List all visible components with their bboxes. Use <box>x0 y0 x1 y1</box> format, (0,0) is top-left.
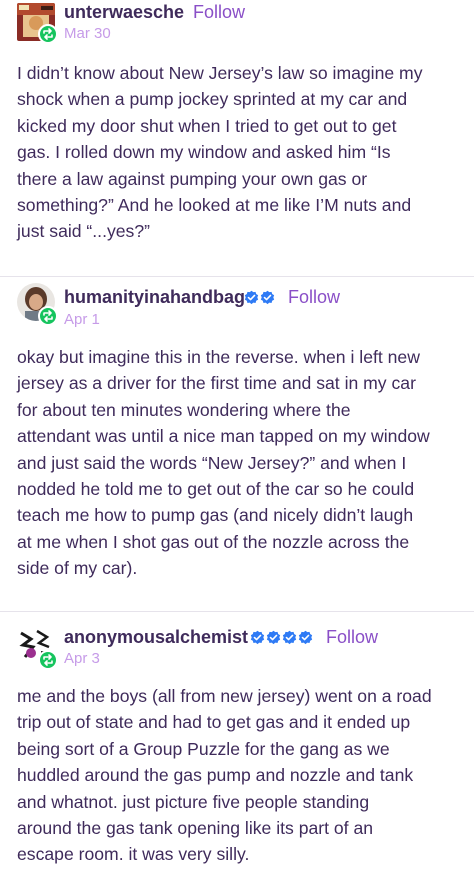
post-body-line: I didn’t know about New Jersey’s law so … <box>17 63 423 83</box>
verified-badges <box>244 290 275 305</box>
verified-badge-icon <box>282 630 297 645</box>
post-body-line: and just said the words “New Jersey?” an… <box>17 452 407 473</box>
post-username[interactable]: humanityinahandbag <box>64 287 245 308</box>
follow-button[interactable]: Follow <box>326 627 378 648</box>
post-body: I didn’t know about New Jersey’s law so … <box>17 60 467 245</box>
post-body-line: kicked my door shut when I tried to get … <box>17 115 397 136</box>
post-username[interactable]: anonymousalchemist <box>64 627 248 648</box>
post-body-line: just said “...yes?” <box>17 221 150 242</box>
post-body-line: being sort of a Group Puzzle for the gan… <box>17 738 390 759</box>
verified-badge-icon <box>298 630 313 645</box>
verified-badge-icon <box>260 290 275 305</box>
verified-badge-icon <box>244 290 259 305</box>
post-date[interactable]: Apr 1 <box>64 311 100 328</box>
post-body-line: gas. I rolled down my window and asked h… <box>17 142 391 163</box>
post-body-line: side of my car). <box>17 558 138 579</box>
post-divider <box>0 611 474 612</box>
post-divider <box>0 276 474 277</box>
post-body-line: shock when a pump jockey sprinted at my … <box>17 89 408 110</box>
post-date[interactable]: Apr 3 <box>64 650 100 667</box>
post-body-line: attendant was until a nice man tapped on… <box>17 426 430 447</box>
post-body-line: jersey as a driver for the first time an… <box>17 373 416 394</box>
verified-badge-icon <box>266 630 281 645</box>
follow-button[interactable]: Follow <box>193 2 245 23</box>
post-body-line: and whatnot. just picture five people st… <box>17 791 370 812</box>
reblog-icon <box>38 650 58 670</box>
post-body-line: something?” And he looked at me like I’M… <box>17 195 412 216</box>
post-body-line: for about ten minutes wondering where th… <box>17 399 351 420</box>
reblog-icon <box>38 24 58 44</box>
post-username[interactable]: unterwaesche <box>64 2 184 23</box>
post-body-line: okay but imagine this in the reverse. wh… <box>17 347 420 367</box>
post-body-line: at me when I shot gas out of the nozzle … <box>17 531 410 552</box>
post-body-line: around the gas tank opening like its par… <box>17 818 374 839</box>
follow-button[interactable]: Follow <box>288 287 340 308</box>
verified-badges <box>250 630 313 645</box>
post-body-line: trip out of state and had to get gas and… <box>17 712 411 733</box>
post-body-line: me and the boys (all from new jersey) we… <box>17 686 432 706</box>
post-body: okay but imagine this in the reverse. wh… <box>17 344 467 582</box>
post-body-line: there a law against pumping your own gas… <box>17 168 368 189</box>
post-date[interactable]: Mar 30 <box>64 25 111 42</box>
post-body-line: nodded he told me to get out of the car … <box>17 479 415 500</box>
post-body-line: teach me how to pump gas (and nicely did… <box>17 505 414 526</box>
post-body: me and the boys (all from new jersey) we… <box>17 683 467 868</box>
reblog-icon <box>38 306 58 326</box>
post-body-line: escape room. it was very silly. <box>17 844 250 865</box>
verified-badge-icon <box>250 630 265 645</box>
post-body-line: huddled around the gas pump and nozzle a… <box>17 765 414 786</box>
